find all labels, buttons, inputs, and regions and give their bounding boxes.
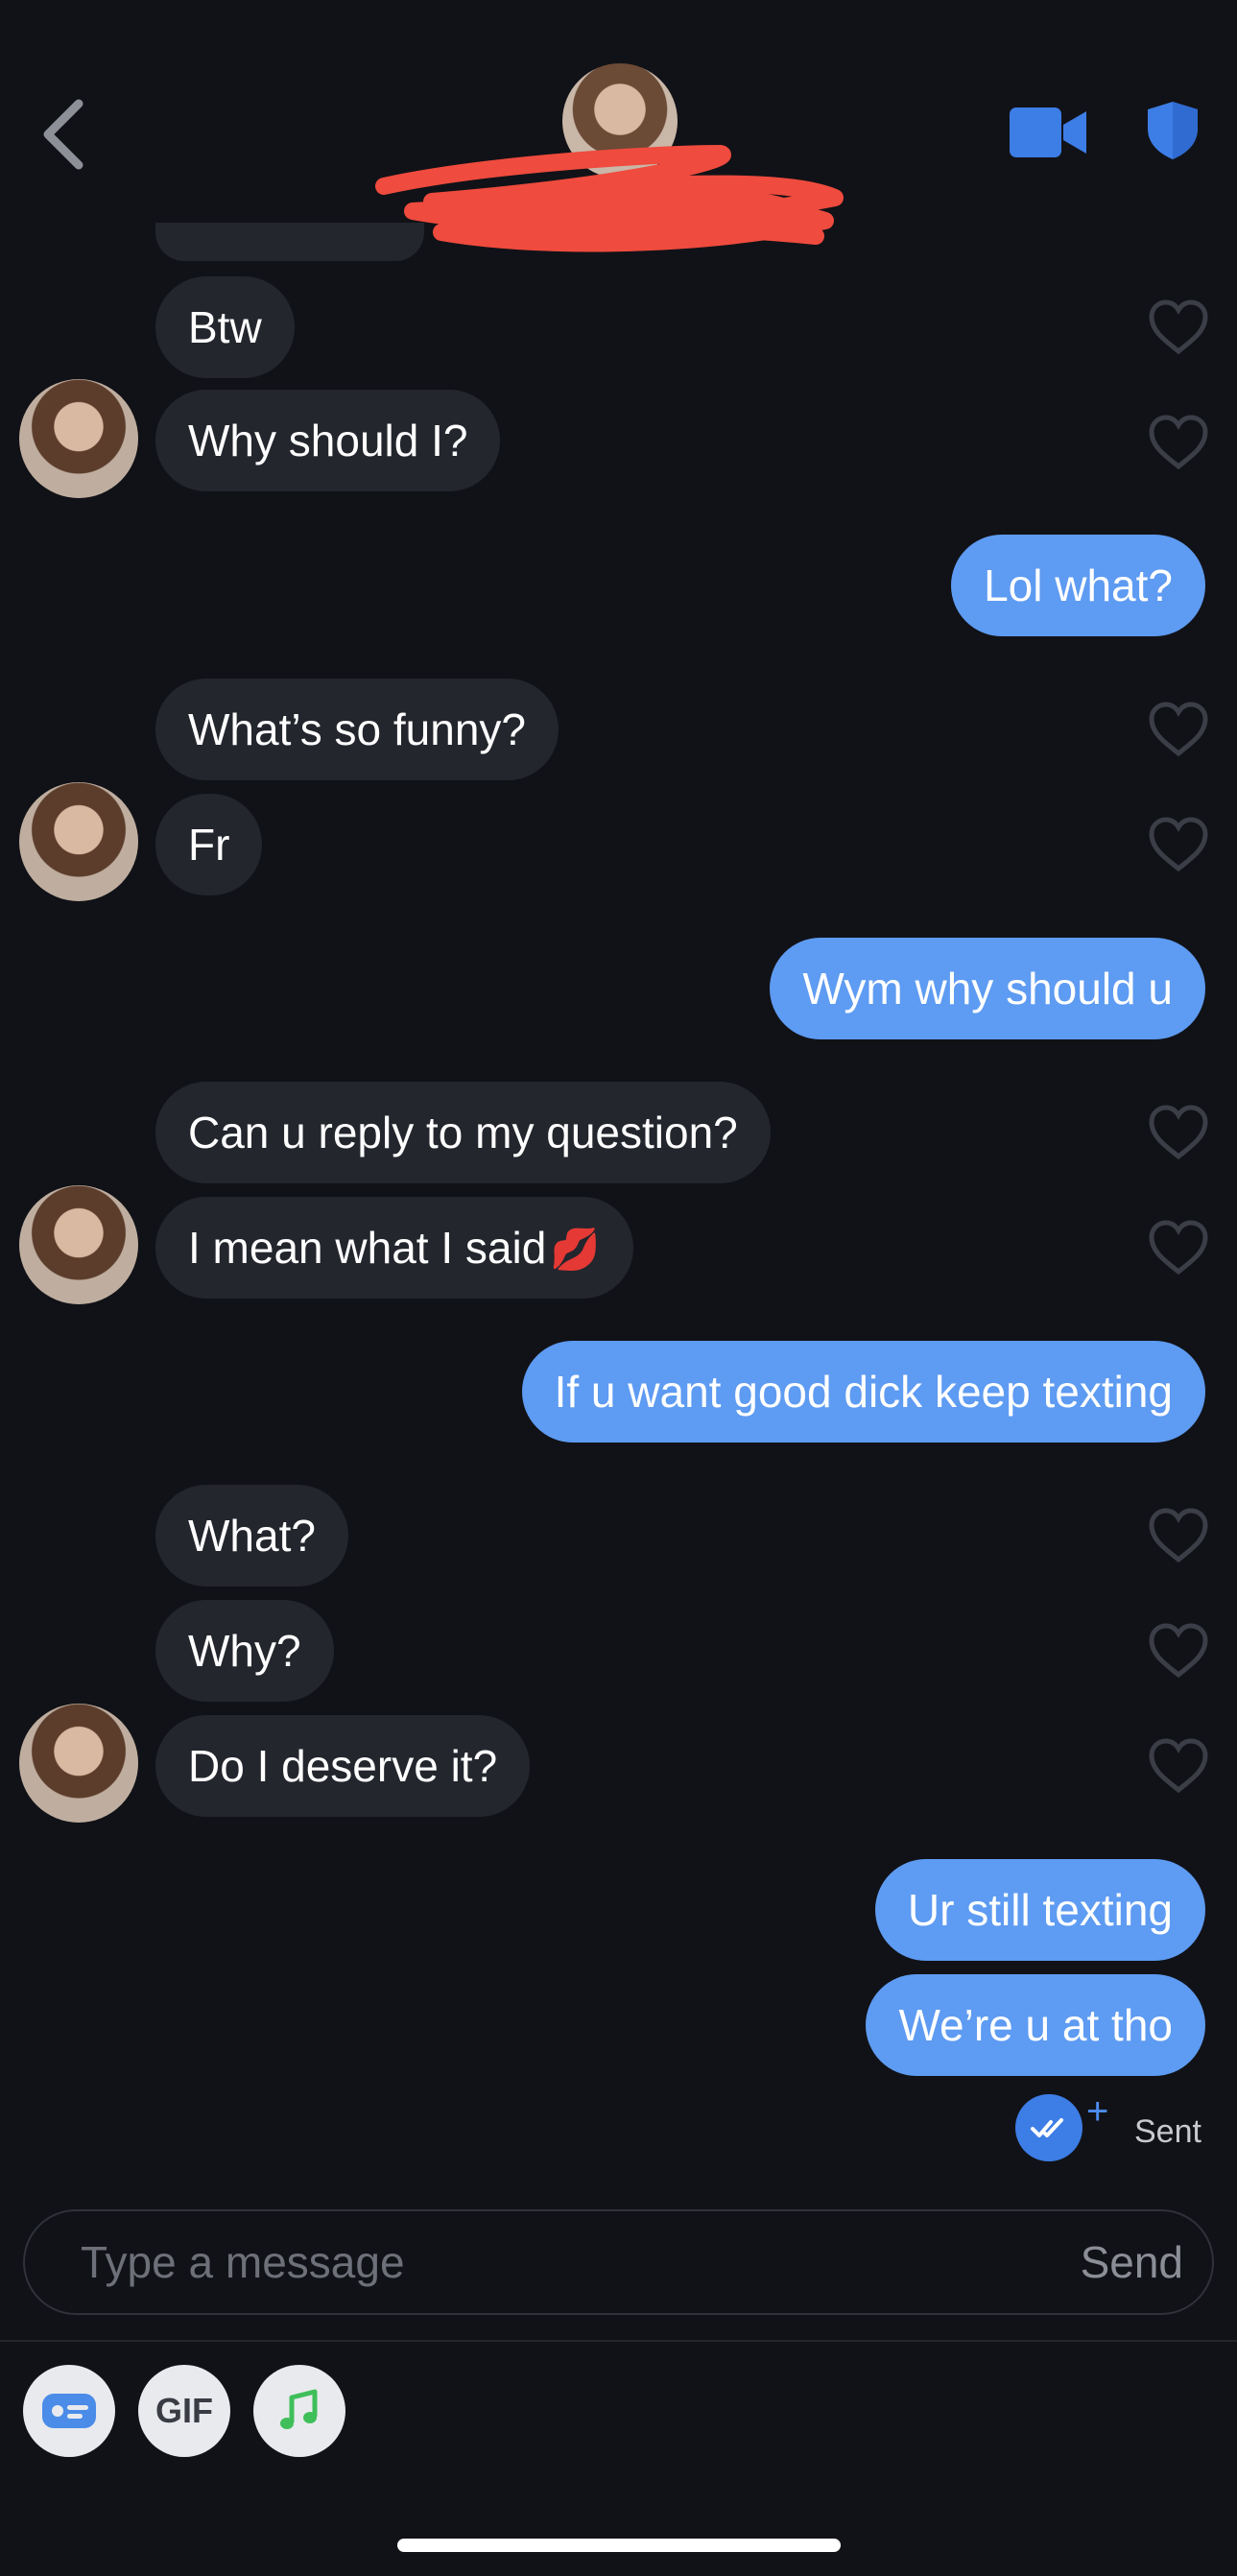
back-button[interactable] xyxy=(36,96,94,173)
shield-icon xyxy=(1148,102,1198,159)
gif-button[interactable]: GIF xyxy=(138,2365,230,2457)
safety-button[interactable] xyxy=(1146,100,1200,161)
incoming-message[interactable]: What? xyxy=(155,1485,348,1586)
message-text: Why should I? xyxy=(188,416,468,465)
video-call-icon xyxy=(1010,107,1086,157)
sender-avatar[interactable] xyxy=(19,782,138,901)
heart-icon xyxy=(1149,415,1208,470)
message-text: I mean what I said xyxy=(188,1223,547,1273)
read-receipt xyxy=(1015,2094,1082,2161)
music-button[interactable] xyxy=(253,2365,345,2457)
outgoing-message[interactable]: We’re u at tho xyxy=(866,1974,1205,2076)
message-text: Why? xyxy=(188,1626,301,1676)
music-note-icon xyxy=(280,2389,318,2429)
heart-icon xyxy=(1149,817,1208,872)
like-button[interactable] xyxy=(1148,415,1209,470)
message-text: Ur still texting xyxy=(907,1885,1173,1935)
incoming-message[interactable]: I mean what I said💋 xyxy=(155,1197,633,1299)
like-button[interactable] xyxy=(1148,1220,1209,1276)
incoming-message[interactable]: Can u reply to my question? xyxy=(155,1082,771,1183)
incoming-message[interactable]: Fr xyxy=(155,794,263,895)
outgoing-message[interactable]: Lol what? xyxy=(951,535,1205,636)
incoming-message[interactable]: Why should I? xyxy=(155,390,501,491)
double-check-icon xyxy=(1031,2118,1063,2137)
sent-status-label: Sent xyxy=(1134,2113,1201,2150)
back-chevron-icon xyxy=(43,99,83,170)
message-text: Lol what? xyxy=(984,561,1173,610)
heart-icon xyxy=(1149,299,1208,355)
contact-card-button[interactable] xyxy=(23,2365,115,2457)
heart-icon xyxy=(1149,1508,1208,1563)
message-text: Can u reply to my question? xyxy=(188,1108,738,1157)
message-text: What? xyxy=(188,1511,316,1561)
heart-icon xyxy=(1149,1623,1208,1679)
video-call-button[interactable] xyxy=(1008,106,1088,159)
sender-avatar[interactable] xyxy=(19,379,138,498)
home-indicator[interactable] xyxy=(397,2539,841,2552)
like-button[interactable] xyxy=(1148,1738,1209,1794)
gif-icon: GIF xyxy=(155,2391,213,2430)
outgoing-message[interactable]: Wym why should u xyxy=(770,938,1205,1039)
heart-icon xyxy=(1149,702,1208,757)
outgoing-message[interactable]: Ur still texting xyxy=(874,1859,1205,1961)
like-button[interactable] xyxy=(1148,1623,1209,1679)
message-text: If u want good dick keep texting xyxy=(554,1367,1173,1417)
sender-avatar[interactable] xyxy=(19,1704,138,1823)
composer-divider xyxy=(0,2340,1237,2342)
incoming-message[interactable]: Do I deserve it? xyxy=(155,1715,531,1817)
chat-header xyxy=(0,0,1237,252)
message-text: We’re u at tho xyxy=(898,2000,1173,2050)
like-button[interactable] xyxy=(1148,1105,1209,1160)
send-button[interactable]: Send xyxy=(1081,2211,1183,2313)
message-input[interactable] xyxy=(81,2211,944,2313)
like-button[interactable] xyxy=(1148,299,1209,355)
add-reaction-plus[interactable]: + xyxy=(1086,2092,1108,2131)
message-text: Fr xyxy=(188,820,230,870)
message-text: Do I deserve it? xyxy=(188,1741,498,1791)
message-text: What’s so funny? xyxy=(188,704,527,754)
like-button[interactable] xyxy=(1148,1508,1209,1563)
incoming-message[interactable]: Why? xyxy=(155,1600,334,1702)
incoming-message[interactable]: Btw xyxy=(155,276,295,378)
kiss-emoji: 💋 xyxy=(550,1227,601,1272)
outgoing-message[interactable]: If u want good dick keep texting xyxy=(521,1341,1205,1443)
chat-screen: Btw Why should I? Lol what? What’s so fu… xyxy=(0,0,1237,2576)
heart-icon xyxy=(1149,1105,1208,1160)
previous-message-bubble xyxy=(155,223,424,261)
message-composer: Send xyxy=(23,2209,1214,2315)
message-text: Wym why should u xyxy=(802,964,1173,1014)
message-text: Btw xyxy=(188,302,262,352)
incoming-message[interactable]: What’s so funny? xyxy=(155,679,559,780)
sender-avatar[interactable] xyxy=(19,1185,138,1304)
heart-icon xyxy=(1149,1220,1208,1276)
redacted-name-scribble xyxy=(375,145,844,252)
like-button[interactable] xyxy=(1148,702,1209,757)
like-button[interactable] xyxy=(1148,817,1209,872)
heart-icon xyxy=(1149,1738,1208,1794)
card-icon xyxy=(42,2394,96,2428)
